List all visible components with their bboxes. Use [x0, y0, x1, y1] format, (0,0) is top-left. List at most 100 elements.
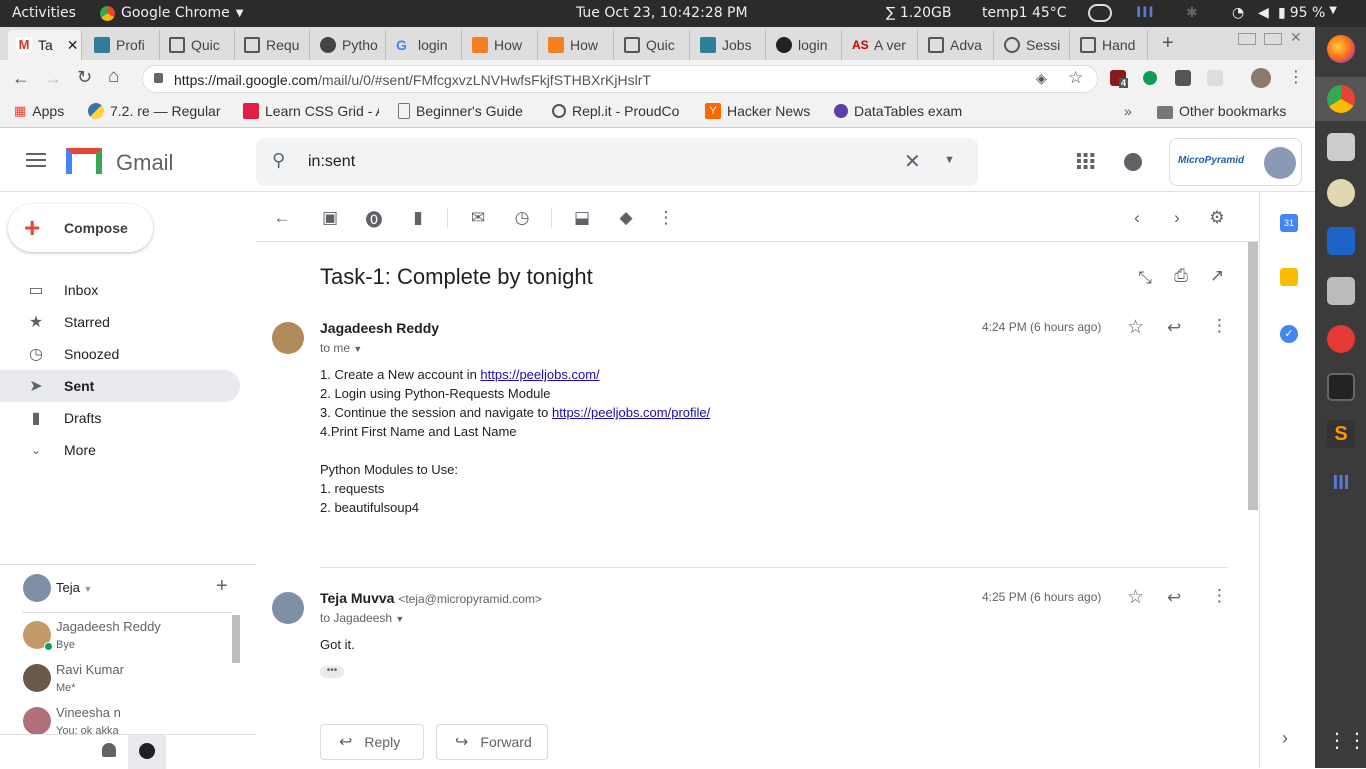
- reply-icon[interactable]: ↩: [1167, 318, 1181, 338]
- sublime-text-icon[interactable]: S: [1327, 420, 1355, 448]
- maximize-button[interactable]: [1264, 33, 1282, 45]
- new-tab-button[interactable]: +: [1162, 32, 1174, 55]
- newer-chevron-left-icon[interactable]: ‹: [1125, 206, 1149, 230]
- hangouts-ext-icon[interactable]: [1143, 71, 1157, 85]
- app-bars-icon[interactable]: III: [1327, 469, 1355, 497]
- recipient-line[interactable]: to Jagadeesh ▼: [320, 611, 404, 625]
- contact-name[interactable]: Vineesha n: [56, 705, 121, 720]
- tab-how-1[interactable]: How: [464, 30, 538, 60]
- search-icon[interactable]: ⚲: [272, 150, 285, 171]
- extension-eye-icon[interactable]: ◈: [1036, 70, 1047, 87]
- writer-icon[interactable]: [1327, 227, 1355, 255]
- sender-name[interactable]: Jagadeesh Reddy: [320, 320, 439, 336]
- search-bar[interactable]: ⚲ in:sent ✕ ▼: [256, 138, 978, 186]
- hangouts-user-name[interactable]: Teja ▼: [56, 580, 92, 595]
- back-to-sent-icon[interactable]: ←: [270, 206, 294, 230]
- home-button[interactable]: ⌂: [108, 66, 119, 88]
- battery-indicator[interactable]: ▮ 95 % ▼: [1278, 5, 1337, 21]
- chrome-icon[interactable]: [1327, 85, 1355, 113]
- bookmark-replit[interactable]: Repl.it - ProudCo: [552, 103, 688, 119]
- bookmark-beginners-guide[interactable]: Beginner's Guide: [398, 103, 534, 119]
- back-button[interactable]: ←: [12, 68, 30, 89]
- details-dropdown-icon[interactable]: ▼: [353, 344, 362, 354]
- apps-grid-icon[interactable]: ▪▪▪ ▪▪▪ ▪▪▪: [1076, 148, 1096, 176]
- tab-jobs[interactable]: Jobs: [692, 30, 766, 60]
- snooze-icon[interactable]: ◷: [510, 206, 534, 230]
- bookmark-apps[interactable]: ▦ Apps: [14, 103, 64, 119]
- bookmark-hacker-news[interactable]: Y Hacker News: [705, 103, 810, 119]
- nav-sent[interactable]: ➤ Sent: [0, 370, 240, 402]
- tab-gmail[interactable]: M Ta ✕: [8, 30, 82, 60]
- gmail-logo-text[interactable]: Gmail: [116, 150, 173, 176]
- nav-snoozed[interactable]: ◷ Snoozed: [0, 338, 240, 370]
- bookmark-star-icon[interactable]: ☆: [1068, 68, 1083, 88]
- message-scrollbar[interactable]: [1248, 242, 1258, 510]
- expand-side-panel-icon[interactable]: ›: [1282, 728, 1288, 749]
- compose-button[interactable]: + Compose: [8, 204, 153, 252]
- memory-indicator[interactable]: ∑ 1.20GB: [886, 5, 952, 21]
- chat-icon[interactable]: [1088, 4, 1112, 22]
- reply-button[interactable]: ↩ Reply: [320, 724, 424, 760]
- activities-button[interactable]: Activities: [12, 5, 76, 21]
- system-monitor-icon[interactable]: [1327, 373, 1355, 401]
- peeljobs-link[interactable]: https://peeljobs.com/: [480, 367, 599, 382]
- url-text[interactable]: https://mail.google.com/mail/u/0/#sent/F…: [174, 72, 651, 88]
- tab-quick-2[interactable]: Quic: [616, 30, 690, 60]
- calculator-icon[interactable]: [1327, 277, 1355, 305]
- bookmarks-overflow-icon[interactable]: »: [1124, 103, 1132, 119]
- profile-avatar[interactable]: [1251, 68, 1271, 88]
- label-icon[interactable]: ◆: [614, 206, 638, 230]
- tab-advanced[interactable]: Adva: [920, 30, 994, 60]
- more-actions-icon[interactable]: ⋮: [654, 206, 678, 230]
- bookmark-datatables[interactable]: DataTables exam: [834, 103, 970, 119]
- ublock-icon[interactable]: 4: [1110, 70, 1129, 88]
- files-icon[interactable]: [1327, 133, 1355, 161]
- reply-icon[interactable]: ↩: [1167, 588, 1181, 608]
- tab-requests[interactable]: Requ: [236, 30, 310, 60]
- recipient-line[interactable]: to me ▼: [320, 341, 362, 355]
- tab-handbook[interactable]: Hand: [1072, 30, 1148, 60]
- sender-line[interactable]: Teja Muvva <teja@micropyramid.com>: [320, 590, 542, 606]
- sender-avatar[interactable]: [272, 322, 304, 354]
- gmail-logo-icon[interactable]: [66, 148, 102, 174]
- reload-button[interactable]: ↻: [77, 67, 92, 88]
- tab-python[interactable]: Pytho: [312, 30, 386, 60]
- notifications-icon[interactable]: [1124, 153, 1142, 171]
- search-input[interactable]: in:sent: [308, 153, 355, 171]
- keep-icon[interactable]: [1280, 268, 1298, 286]
- tab-how-2[interactable]: How: [540, 30, 614, 60]
- volume-icon[interactable]: ◀: [1258, 5, 1269, 21]
- contacts-scrollbar[interactable]: [232, 615, 240, 663]
- contact-name[interactable]: Jagadeesh Reddy: [56, 619, 161, 634]
- move-to-icon[interactable]: ⬓: [570, 206, 594, 230]
- tab-quick[interactable]: Quic: [161, 30, 235, 60]
- tab-github-login[interactable]: login: [768, 30, 842, 60]
- contact-name[interactable]: Ravi Kumar: [56, 662, 124, 677]
- star-icon[interactable]: ☆: [1127, 586, 1144, 609]
- search-options-icon[interactable]: ▼: [944, 154, 955, 166]
- calendar-icon[interactable]: 31: [1280, 214, 1298, 232]
- nav-starred[interactable]: ★ Starred: [0, 306, 240, 338]
- message-more-icon[interactable]: ⋮: [1211, 586, 1228, 606]
- print-icon[interactable]: ⎙: [1169, 264, 1193, 288]
- bookmark-css-grid[interactable]: Learn CSS Grid - A: [243, 103, 379, 119]
- chat-app-icon[interactable]: [1327, 325, 1355, 353]
- extension-icon-2[interactable]: [1207, 70, 1223, 86]
- contact-avatar[interactable]: [23, 707, 51, 735]
- bookmark-python-re[interactable]: 7.2. re — Regular: [88, 103, 226, 119]
- forward-button[interactable]: ↪ Forward: [436, 724, 548, 760]
- other-bookmarks[interactable]: Other bookmarks: [1157, 103, 1286, 119]
- show-trimmed-content-button[interactable]: •••: [320, 666, 344, 678]
- clear-search-icon[interactable]: ✕: [904, 149, 921, 174]
- forward-button[interactable]: →: [44, 68, 62, 89]
- clock[interactable]: Tue Oct 23, 10:42:28 PM: [576, 5, 748, 21]
- tab-a-ver[interactable]: AS A ver: [844, 30, 918, 60]
- delete-icon[interactable]: ▮: [406, 206, 430, 230]
- nav-drafts[interactable]: ▮ Drafts: [0, 402, 240, 434]
- tab-profile[interactable]: Profi: [86, 30, 160, 60]
- contacts-person-icon[interactable]: [102, 743, 116, 757]
- collapse-all-icon[interactable]: ⤡: [1133, 266, 1157, 290]
- peeljobs-profile-link[interactable]: https://peeljobs.com/profile/: [552, 405, 710, 420]
- window-close-button[interactable]: ✕: [1290, 29, 1302, 46]
- firefox-icon[interactable]: [1327, 35, 1355, 63]
